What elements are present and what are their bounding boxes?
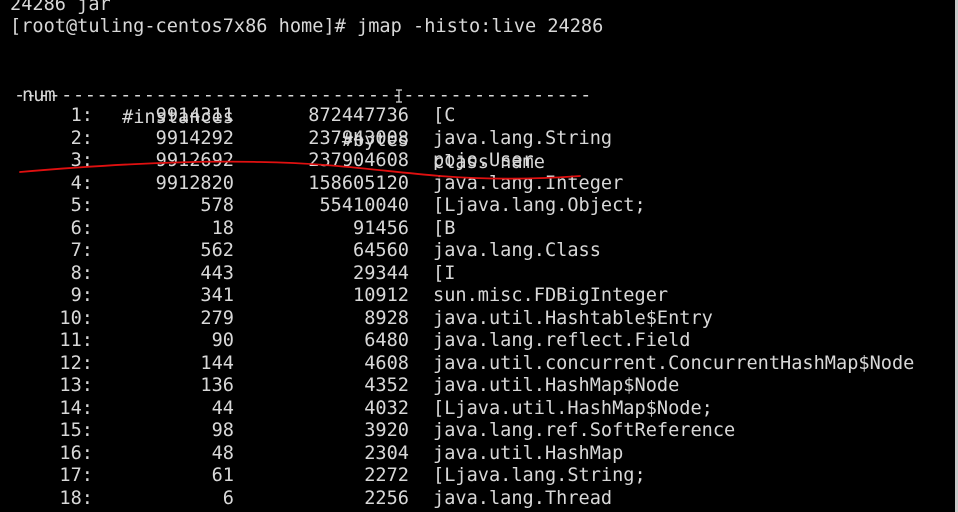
table-row: 5: 578 55410040 [Ljava.lang.Object;: [0, 195, 958, 218]
row-instances: 144: [200, 352, 234, 374]
row-num: 6:: [70, 217, 93, 239]
table-row: 18: 6 2256 java.lang.Thread: [0, 488, 958, 511]
row-num: 1:: [70, 105, 93, 126]
row-num: 9:: [70, 285, 93, 306]
row-bytes: 55410040: [319, 195, 409, 216]
row-instances: 443: [200, 262, 234, 284]
table-row: 7: 562 64560 java.lang.Class: [0, 240, 958, 263]
row-instances: 90: [211, 330, 234, 351]
row-bytes: 29344: [353, 262, 409, 284]
row-num: 12:: [59, 352, 93, 374]
row-bytes: 91456: [353, 217, 409, 239]
row-class-name: java.lang.reflect.Field: [433, 330, 691, 351]
row-instances: 44: [211, 397, 234, 419]
row-instances: 9914311: [155, 105, 234, 126]
row-class-name: [Ljava.lang.String;: [433, 465, 646, 486]
row-bytes: 3920: [364, 420, 409, 441]
table-row: 6: 18 91456 [B: [0, 218, 958, 241]
row-class-name: pojo.User: [433, 150, 534, 171]
row-bytes: 4608: [364, 352, 409, 374]
row-instances: 9912820: [155, 172, 234, 194]
previous-output-line: 24286 jar: [10, 0, 111, 15]
table-row: 9: 341 10912 sun.misc.FDBigInteger: [0, 285, 958, 308]
row-class-name: java.lang.Thread: [433, 487, 613, 509]
row-instances: 279: [200, 307, 234, 329]
command-prompt-line: [root@tuling-centos7x86 home]# jmap -his…: [10, 16, 604, 37]
row-num: 10:: [59, 307, 93, 329]
row-class-name: [Ljava.util.HashMap$Node;: [433, 397, 713, 419]
row-class-name: java.lang.Class: [433, 240, 601, 261]
row-bytes: 158605120: [308, 172, 409, 194]
row-num: 16:: [59, 442, 93, 464]
row-instances: 578: [200, 195, 234, 216]
row-bytes: 2256: [364, 487, 409, 509]
row-num: 3:: [70, 150, 93, 171]
table-row: 17: 61 2272 [Ljava.lang.String;: [0, 465, 958, 488]
row-num: 18:: [59, 487, 93, 509]
table-row: 12: 144 4608 java.util.concurrent.Concurren…: [0, 353, 958, 376]
row-num: 5:: [70, 195, 93, 216]
row-num: 17:: [59, 465, 93, 486]
row-class-name: java.util.concurrent.ConcurrentHashMap$N…: [433, 352, 915, 374]
row-class-name: [B: [433, 217, 456, 239]
row-class-name: sun.misc.FDBigInteger: [433, 285, 669, 306]
table-header: num #instances #bytes class name: [0, 62, 958, 174]
row-num: 15:: [59, 420, 93, 441]
table-row: 3: 9912692 237904608 pojo.User: [0, 150, 958, 173]
row-class-name: java.util.HashMap: [433, 442, 624, 464]
row-class-name: java.lang.Integer: [433, 172, 624, 194]
row-bytes: 237943008: [308, 127, 409, 149]
header-separator: ----------------------------------------…: [14, 85, 592, 106]
row-class-name: java.util.Hashtable$Entry: [433, 307, 713, 329]
row-num: 13:: [59, 375, 93, 396]
row-class-name: [C: [433, 105, 456, 126]
row-instances: 136: [200, 375, 234, 396]
row-num: 8:: [70, 262, 93, 284]
row-num: 14:: [59, 397, 93, 419]
row-bytes: 872447736: [308, 105, 409, 126]
ibeam-cursor-icon: [396, 89, 402, 103]
row-instances: 48: [211, 442, 234, 464]
row-bytes: 4032: [364, 397, 409, 419]
table-row: 15: 98 3920 java.lang.ref.SoftReference: [0, 420, 958, 443]
row-class-name: java.lang.ref.SoftReference: [433, 420, 736, 441]
row-num: 11:: [59, 330, 93, 351]
table-row: 11: 90 6480 java.lang.reflect.Field: [0, 330, 958, 353]
row-instances: 61: [211, 465, 234, 486]
table-row: 2: 9914292 237943008 java.lang.String: [0, 128, 958, 151]
row-bytes: 10912: [353, 285, 409, 306]
row-class-name: [Ljava.lang.Object;: [433, 195, 646, 216]
row-bytes: 8928: [364, 307, 409, 329]
row-bytes: 2304: [364, 442, 409, 464]
table-row: 4: 9912820 158605120 java.lang.Integer: [0, 173, 958, 196]
row-bytes: 237904608: [308, 150, 409, 171]
table-row: 13: 136 4352 java.util.HashMap$Node: [0, 375, 958, 398]
row-instances: 18: [211, 217, 234, 239]
row-instances: 9912692: [155, 150, 234, 171]
row-instances: 9914292: [155, 127, 234, 149]
row-num: 2:: [70, 127, 93, 149]
table-row: 16: 48 2304 java.util.HashMap: [0, 443, 958, 466]
table-row: 1: 9914311 872447736 [C: [0, 105, 958, 128]
table-row: 8: 443 29344 [I: [0, 263, 958, 286]
row-bytes: 64560: [353, 240, 409, 261]
table-row: 10: 279 8928 java.util.Hashtable$Entry: [0, 308, 958, 331]
row-class-name: [I: [433, 262, 456, 284]
row-bytes: 2272: [364, 465, 409, 486]
terminal-window[interactable]: 24286 jar [root@tuling-centos7x86 home]#…: [0, 0, 958, 512]
row-instances: 6: [222, 487, 234, 509]
row-num: 4:: [70, 172, 93, 194]
row-instances: 98: [211, 420, 234, 441]
row-instances: 562: [200, 240, 234, 261]
row-num: 7:: [70, 240, 93, 261]
row-class-name: java.util.HashMap$Node: [433, 375, 680, 396]
row-class-name: java.lang.String: [433, 127, 613, 149]
row-bytes: 6480: [364, 330, 409, 351]
row-instances: 341: [200, 285, 234, 306]
table-row: 14: 44 4032 [Ljava.util.HashMap$Node;: [0, 398, 958, 421]
row-bytes: 4352: [364, 375, 409, 396]
